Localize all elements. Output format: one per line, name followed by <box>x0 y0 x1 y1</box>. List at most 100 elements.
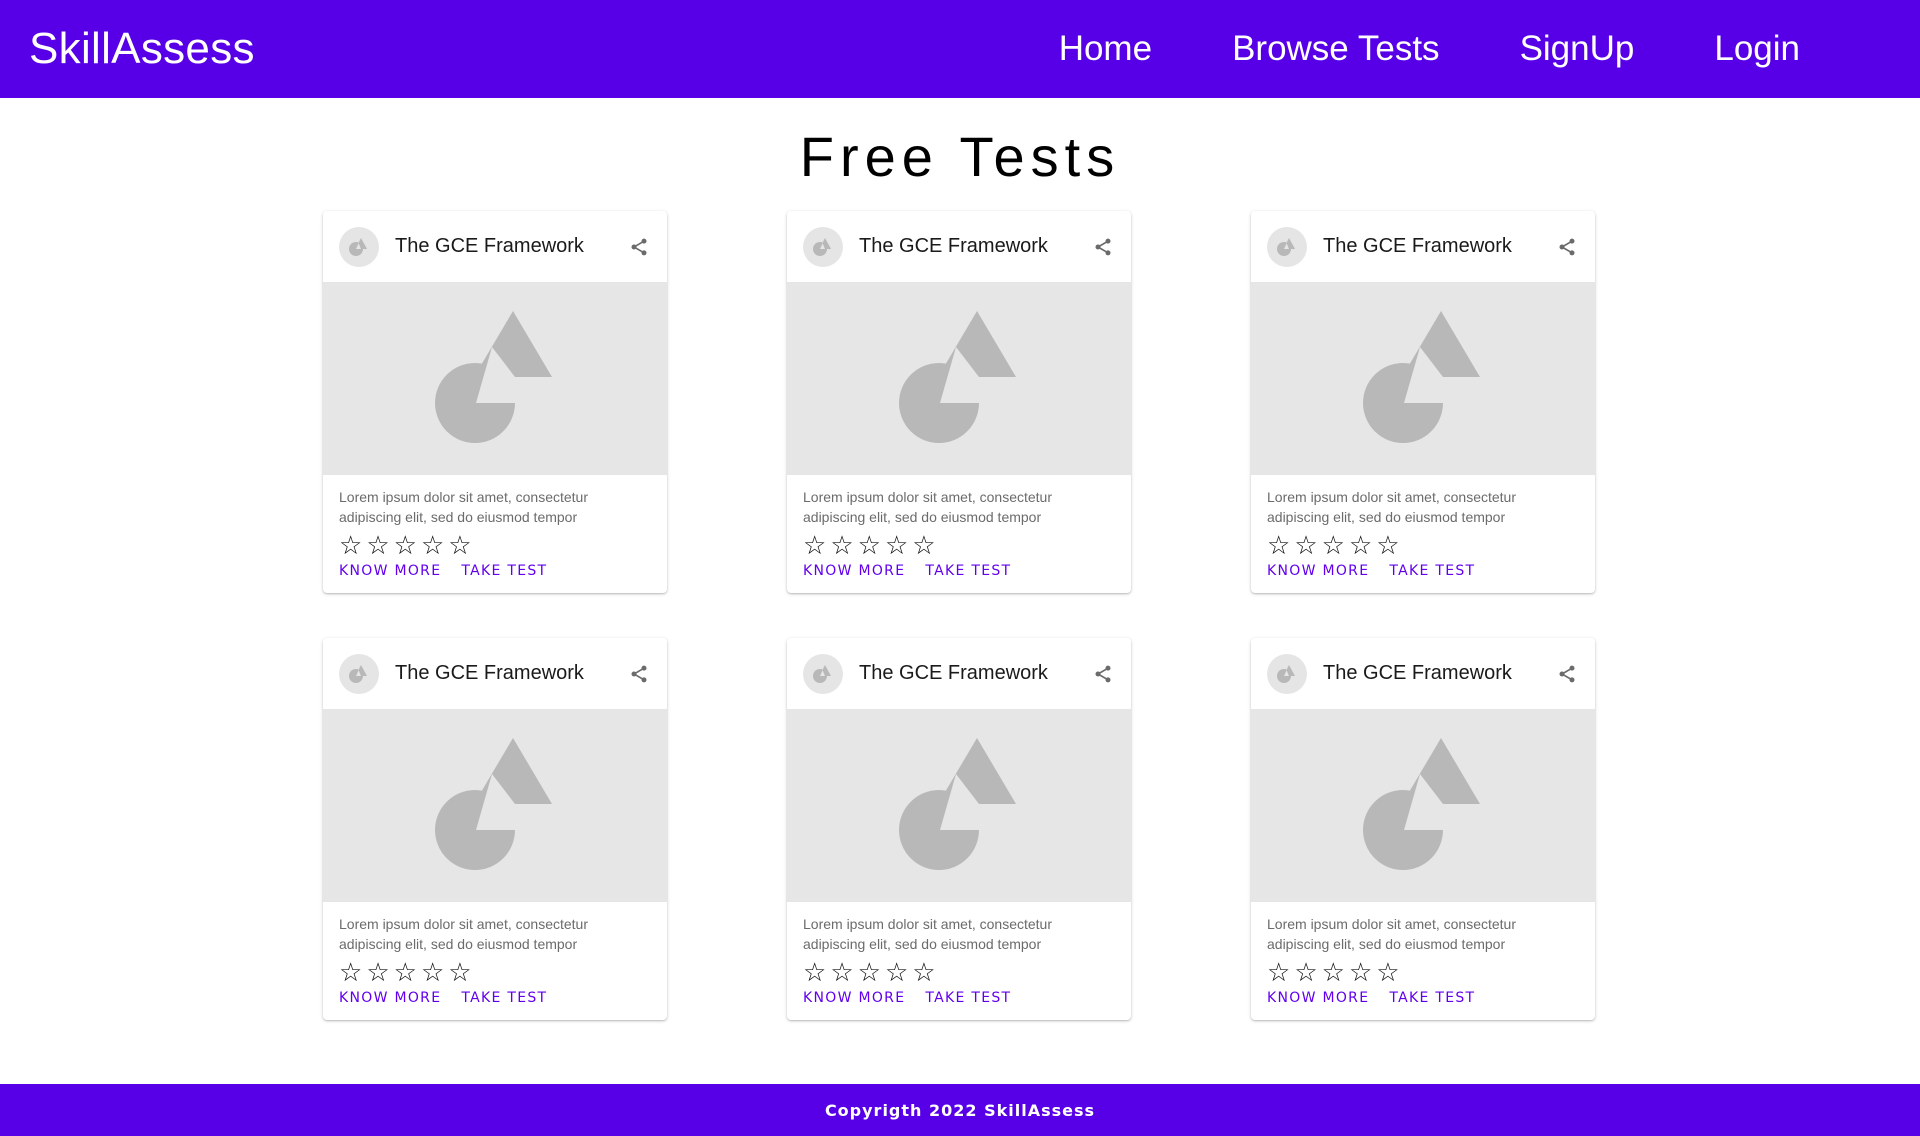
star-outline-icon[interactable]: ☆ <box>858 533 881 559</box>
card-title: The GCE Framework <box>859 235 1048 257</box>
footer: Copyrigth 2022 SkillAssess <box>0 1084 1920 1136</box>
know-more-button[interactable]: KNOW MORE <box>1267 990 1369 1006</box>
card-header: The GCE Framework <box>323 211 667 282</box>
star-outline-icon[interactable]: ☆ <box>830 960 853 986</box>
placeholder-shapes-icon <box>899 310 1016 443</box>
placeholder-shapes-icon <box>339 226 379 267</box>
know-more-button[interactable]: KNOW MORE <box>1267 563 1369 579</box>
star-outline-icon[interactable]: ☆ <box>912 960 935 986</box>
know-more-button[interactable]: KNOW MORE <box>339 990 441 1006</box>
card-title: The GCE Framework <box>1323 235 1512 257</box>
card-description: Lorem ipsum dolor sit amet, consectetur … <box>1267 489 1516 525</box>
placeholder-shapes-icon <box>1363 310 1480 443</box>
nav-browse-tests-link[interactable]: Browse Tests <box>1232 29 1440 69</box>
card-body: Lorem ipsum dolor sit amet, consectetur … <box>323 902 667 1006</box>
star-outline-icon[interactable]: ☆ <box>1376 960 1399 986</box>
card-actions: KNOW MORE TAKE TEST <box>339 563 651 579</box>
nav-home-link[interactable]: Home <box>1059 29 1152 69</box>
nav-login-link[interactable]: Login <box>1714 29 1800 69</box>
take-test-button[interactable]: TAKE TEST <box>925 990 1011 1006</box>
placeholder-shapes-icon <box>803 653 843 694</box>
star-outline-icon[interactable]: ☆ <box>421 960 444 986</box>
star-outline-icon[interactable]: ☆ <box>803 960 826 986</box>
rating-stars: ☆ ☆ ☆ ☆ ☆ <box>1267 533 1579 559</box>
star-outline-icon[interactable]: ☆ <box>912 533 935 559</box>
test-card: The GCE Framework Lorem ipsum dolor sit … <box>323 211 667 593</box>
star-outline-icon[interactable]: ☆ <box>1267 960 1290 986</box>
share-icon[interactable] <box>1547 654 1587 694</box>
know-more-button[interactable]: KNOW MORE <box>339 563 441 579</box>
test-card: The GCE Framework Lorem ipsum dolor sit … <box>1251 638 1595 1020</box>
star-outline-icon[interactable]: ☆ <box>885 533 908 559</box>
card-body: Lorem ipsum dolor sit amet, consectetur … <box>787 902 1131 1006</box>
placeholder-shapes-icon <box>435 737 552 870</box>
star-outline-icon[interactable]: ☆ <box>1267 533 1290 559</box>
star-outline-icon[interactable]: ☆ <box>421 533 444 559</box>
card-description: Lorem ipsum dolor sit amet, consectetur … <box>803 916 1052 952</box>
star-outline-icon[interactable]: ☆ <box>885 960 908 986</box>
star-outline-icon[interactable]: ☆ <box>858 960 881 986</box>
test-card: The GCE Framework Lorem ipsum dolor sit … <box>323 638 667 1020</box>
card-description: Lorem ipsum dolor sit amet, consectetur … <box>339 489 588 525</box>
main-nav: Home Browse Tests SignUp Login <box>1059 29 1800 69</box>
card-body: Lorem ipsum dolor sit amet, consectetur … <box>1251 475 1595 579</box>
take-test-button[interactable]: TAKE TEST <box>1389 563 1475 579</box>
card-actions: KNOW MORE TAKE TEST <box>339 990 651 1006</box>
card-description: Lorem ipsum dolor sit amet, consectetur … <box>1267 916 1516 952</box>
card-media <box>787 282 1131 475</box>
card-actions: KNOW MORE TAKE TEST <box>803 563 1115 579</box>
card-header: The GCE Framework <box>1251 638 1595 709</box>
brand-logo[interactable]: SkillAssess <box>29 24 255 74</box>
star-outline-icon[interactable]: ☆ <box>1376 533 1399 559</box>
know-more-button[interactable]: KNOW MORE <box>803 990 905 1006</box>
card-media <box>323 709 667 902</box>
star-outline-icon[interactable]: ☆ <box>1349 533 1372 559</box>
card-header: The GCE Framework <box>323 638 667 709</box>
take-test-button[interactable]: TAKE TEST <box>1389 990 1475 1006</box>
card-title: The GCE Framework <box>395 235 584 257</box>
star-outline-icon[interactable]: ☆ <box>1322 960 1345 986</box>
star-outline-icon[interactable]: ☆ <box>1322 533 1345 559</box>
star-outline-icon[interactable]: ☆ <box>394 960 417 986</box>
test-card: The GCE Framework Lorem ipsum dolor sit … <box>787 211 1131 593</box>
test-card-grid: The GCE Framework Lorem ipsum dolor sit … <box>323 211 1598 1020</box>
star-outline-icon[interactable]: ☆ <box>448 533 471 559</box>
star-outline-icon[interactable]: ☆ <box>830 533 853 559</box>
star-outline-icon[interactable]: ☆ <box>366 533 389 559</box>
share-icon[interactable] <box>1547 227 1587 267</box>
card-title: The GCE Framework <box>395 662 584 684</box>
star-outline-icon[interactable]: ☆ <box>1294 960 1317 986</box>
share-icon[interactable] <box>1083 654 1123 694</box>
share-icon[interactable] <box>619 654 659 694</box>
top-navbar: SkillAssess Home Browse Tests SignUp Log… <box>0 0 1920 98</box>
test-card: The GCE Framework Lorem ipsum dolor sit … <box>1251 211 1595 593</box>
card-actions: KNOW MORE TAKE TEST <box>803 990 1115 1006</box>
card-media <box>323 282 667 475</box>
placeholder-shapes-icon <box>435 310 552 443</box>
card-media <box>787 709 1131 902</box>
know-more-button[interactable]: KNOW MORE <box>803 563 905 579</box>
star-outline-icon[interactable]: ☆ <box>394 533 417 559</box>
card-header: The GCE Framework <box>787 211 1131 282</box>
card-media <box>1251 282 1595 475</box>
star-outline-icon[interactable]: ☆ <box>803 533 826 559</box>
card-actions: KNOW MORE TAKE TEST <box>1267 990 1579 1006</box>
star-outline-icon[interactable]: ☆ <box>1294 533 1317 559</box>
take-test-button[interactable]: TAKE TEST <box>461 990 547 1006</box>
star-outline-icon[interactable]: ☆ <box>1349 960 1372 986</box>
placeholder-shapes-icon <box>339 653 379 694</box>
star-outline-icon[interactable]: ☆ <box>339 960 362 986</box>
card-body: Lorem ipsum dolor sit amet, consectetur … <box>323 475 667 579</box>
star-outline-icon[interactable]: ☆ <box>366 960 389 986</box>
card-actions: KNOW MORE TAKE TEST <box>1267 563 1579 579</box>
nav-signup-link[interactable]: SignUp <box>1520 29 1635 69</box>
placeholder-shapes-icon <box>1267 226 1307 267</box>
share-icon[interactable] <box>1083 227 1123 267</box>
copyright-text: Copyrigth 2022 SkillAssess <box>824 1100 1096 1120</box>
star-outline-icon[interactable]: ☆ <box>339 533 362 559</box>
take-test-button[interactable]: TAKE TEST <box>925 563 1011 579</box>
take-test-button[interactable]: TAKE TEST <box>461 563 547 579</box>
star-outline-icon[interactable]: ☆ <box>448 960 471 986</box>
share-icon[interactable] <box>619 227 659 267</box>
placeholder-shapes-icon <box>1267 653 1307 694</box>
